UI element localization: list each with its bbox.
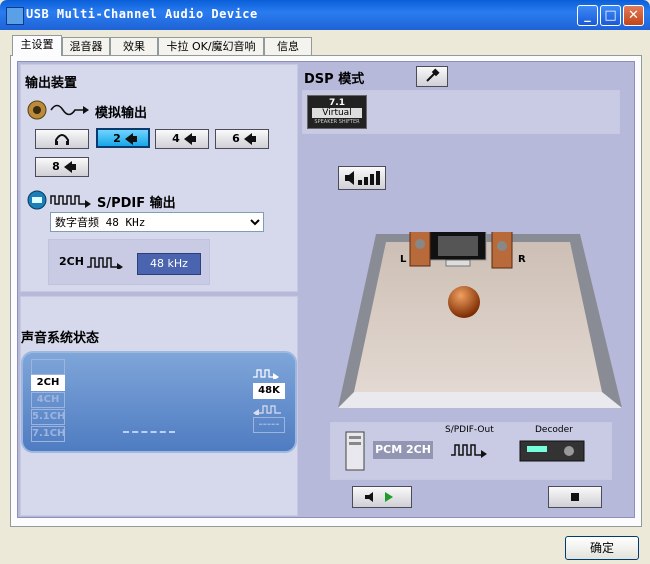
settings-area: 输出装置 模拟输出 2 4 6 8 S/PDIF 输出 数字音频 48 KHz … — [17, 61, 635, 518]
level-meter — [123, 431, 175, 435]
analog-output-label: 模拟输出 — [95, 106, 148, 121]
close-icon: ✕ — [628, 8, 639, 23]
hammer-icon — [426, 68, 440, 82]
speaker-icon — [243, 133, 256, 145]
channel-4-button[interactable]: 4 — [155, 129, 209, 149]
tab-effects[interactable]: 效果 — [110, 37, 158, 55]
spdif-status-box: 2CH 48 kHz — [48, 239, 210, 285]
channel-2-label: 2 — [113, 132, 121, 145]
status-2ch-indicator: 2CH — [31, 375, 65, 391]
sound-status-display: 2CH 4CH 5.1CH 7.1CH 48K ----- — [21, 351, 297, 453]
window-title: USB Multi-Channel Audio Device — [26, 7, 258, 21]
channel-8-label: 8 — [52, 160, 60, 173]
status-4ch-indicator: 4CH — [31, 392, 65, 408]
virtual-71-label: 7.1 — [329, 98, 345, 108]
channel-2-button[interactable]: 2 — [96, 128, 150, 148]
headphones-icon — [55, 134, 69, 145]
digital-signal-icon — [87, 257, 123, 269]
dsp-settings-button[interactable] — [416, 66, 448, 87]
tab-info[interactable]: 信息 — [264, 37, 312, 55]
dsp-mode-heading: DSP 模式 — [304, 72, 365, 87]
window: USB Multi-Channel Audio Device _ □ ✕ 主设置… — [0, 0, 650, 564]
maximize-button[interactable]: □ — [600, 5, 621, 26]
spdif-out-signal-icon — [451, 444, 487, 458]
output-signal-icon — [253, 369, 279, 379]
signal-chain-bar: PCM 2CH S/PDIF-Out Decoder — [330, 422, 612, 480]
spdif-output-label: S/PDIF 输出 — [97, 196, 176, 211]
tab-panel: 输出装置 模拟输出 2 4 6 8 S/PDIF 输出 数字音频 48 KHz … — [10, 55, 642, 527]
spdif-format-select[interactable]: 数字音频 48 KHz — [50, 212, 264, 232]
tab-mixer[interactable]: 混音器 — [62, 37, 110, 55]
virtual-label: Virtual — [312, 108, 362, 118]
volume-button[interactable] — [338, 166, 386, 190]
tab-karaoke[interactable]: 卡拉 OK/魔幻音响 — [158, 37, 264, 55]
tab-main-settings[interactable]: 主设置 — [12, 35, 62, 56]
volume-icon — [345, 171, 380, 185]
minimize-icon: _ — [584, 8, 591, 23]
channel-6-label: 6 — [232, 132, 240, 145]
spdif-icon — [27, 190, 91, 210]
title-bar[interactable]: USB Multi-Channel Audio Device _ □ ✕ — [0, 0, 650, 30]
speaker-shifter-label: SPEAKER SHIFTER — [314, 119, 360, 125]
input-signal-icon — [253, 405, 281, 415]
sound-status-section: 声音系统状态 2CH 4CH 5.1CH 7.1CH 48K ----- — [20, 296, 298, 516]
app-icon — [6, 7, 24, 25]
spdif-rate-display: 48 kHz — [137, 253, 201, 275]
close-button[interactable]: ✕ — [623, 5, 644, 26]
channel-8-button[interactable]: 8 — [35, 157, 89, 177]
virtual-room-scene: L R — [338, 232, 622, 408]
status-71ch-indicator: 7.1CH — [31, 426, 65, 442]
analog-speaker-icon — [27, 100, 89, 120]
decoder-icon — [519, 440, 585, 462]
play-test-button[interactable] — [352, 486, 412, 508]
speaker-icon — [63, 161, 76, 173]
pcm-format-display: PCM 2CH — [373, 441, 433, 459]
left-speaker-label: L — [400, 254, 407, 265]
virtual-speaker-button[interactable]: 7.1 Virtual SPEAKER SHIFTER — [307, 95, 367, 129]
sound-status-heading: 声音系统状态 — [21, 331, 100, 346]
status-off-indicator — [31, 359, 65, 375]
dsp-mode-bar: 7.1 Virtual SPEAKER SHIFTER — [302, 90, 620, 134]
status-51ch-indicator: 5.1CH — [31, 409, 65, 425]
channel-6-button[interactable]: 6 — [215, 129, 269, 149]
play-icon — [365, 492, 393, 502]
minimize-button[interactable]: _ — [577, 5, 598, 26]
right-speaker-label: R — [518, 254, 526, 265]
status-input-rate: ----- — [253, 417, 285, 433]
stop-icon — [571, 493, 579, 501]
output-device-heading: 输出装置 — [25, 76, 78, 91]
listener-ball — [448, 286, 480, 318]
channel-4-label: 4 — [172, 132, 180, 145]
pc-tower-icon — [345, 431, 365, 471]
spdif-channel-label: 2CH — [59, 255, 84, 268]
spdif-out-label: S/PDIF-Out — [445, 425, 494, 435]
speaker-icon — [124, 133, 137, 145]
decoder-label: Decoder — [535, 425, 573, 435]
status-rate-display: 48K — [253, 383, 285, 399]
maximize-icon: □ — [604, 8, 617, 23]
speaker-icon — [183, 133, 196, 145]
ok-button[interactable]: 确定 — [565, 536, 639, 560]
stop-test-button[interactable] — [548, 486, 602, 508]
headphones-button[interactable] — [35, 129, 89, 149]
